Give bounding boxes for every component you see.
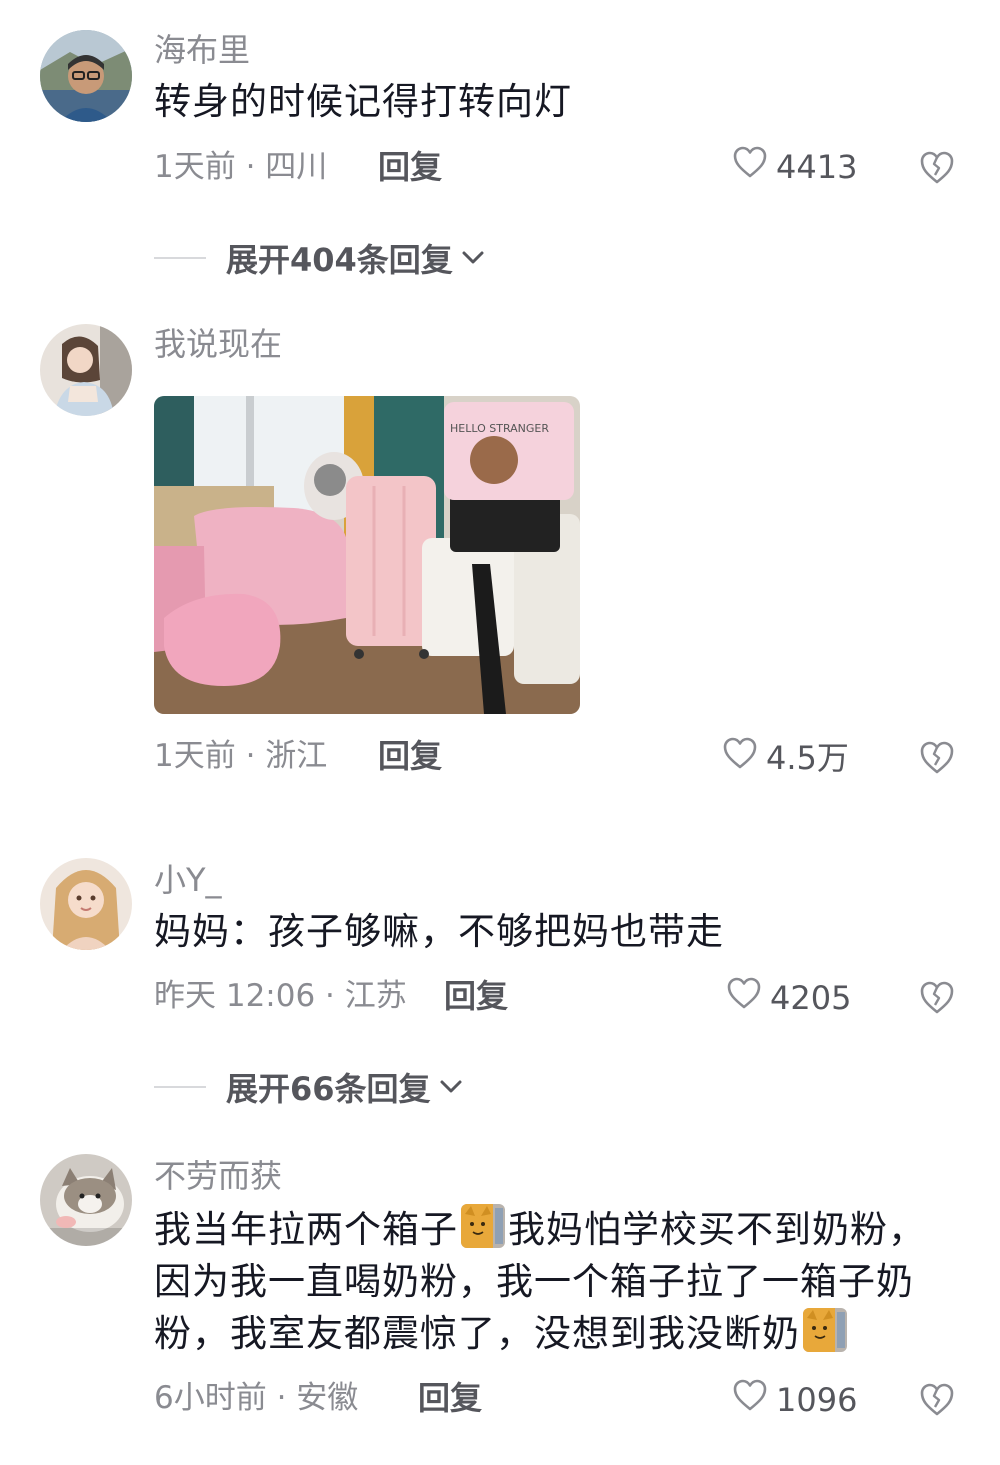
username[interactable]: 我说现在 xyxy=(154,324,282,364)
like-count: 4205 xyxy=(770,979,852,1017)
username[interactable]: 不劳而获 xyxy=(154,1156,282,1196)
dislike-button[interactable] xyxy=(918,738,956,776)
dislike-button[interactable] xyxy=(918,148,956,186)
like-count: 4413 xyxy=(776,148,858,186)
cat-emoji-icon xyxy=(803,1308,847,1352)
comment-time-location: 1天前 · 浙江 xyxy=(154,738,328,774)
expand-replies-button[interactable]: 展开404条回复 xyxy=(154,236,487,280)
username[interactable]: 小Y_ xyxy=(154,860,222,900)
chevron-down-icon xyxy=(437,1073,465,1101)
comment-image[interactable]: HELLO STRANGER xyxy=(154,396,580,714)
comment-text: 我当年拉两个箱子 我妈怕学校买不到奶粉，因为我一直喝奶粉，我一个箱子拉了一箱子奶粉… xyxy=(154,1204,944,1360)
avatar[interactable] xyxy=(40,858,132,950)
heart-outline-icon xyxy=(732,1378,768,1423)
broken-heart-icon xyxy=(918,738,956,776)
reply-button[interactable]: 回复 xyxy=(444,974,508,1018)
heart-outline-icon xyxy=(732,145,768,190)
avatar[interactable] xyxy=(40,324,132,416)
divider xyxy=(154,257,206,259)
avatar[interactable] xyxy=(40,1154,132,1246)
reply-button[interactable]: 回复 xyxy=(378,145,442,189)
dislike-button[interactable] xyxy=(918,1380,956,1418)
like-button[interactable]: 4413 xyxy=(732,145,857,189)
like-count: 4.5万 xyxy=(766,739,849,777)
cat-emoji-icon xyxy=(461,1204,505,1248)
divider xyxy=(154,1086,206,1088)
like-button[interactable]: 4205 xyxy=(726,976,851,1020)
expand-label: 展开66条回复 xyxy=(226,1070,431,1108)
comment-text: 转身的时候记得打转向灯 xyxy=(154,80,572,123)
chevron-down-icon xyxy=(459,244,487,272)
like-button[interactable]: 4.5万 xyxy=(722,736,849,780)
photo-sticker-text: HELLO STRANGER xyxy=(450,422,549,435)
broken-heart-icon xyxy=(918,148,956,186)
reply-button[interactable]: 回复 xyxy=(378,734,442,778)
broken-heart-icon xyxy=(918,1380,956,1418)
avatar[interactable] xyxy=(40,30,132,122)
like-button[interactable]: 1096 xyxy=(732,1378,857,1422)
dislike-button[interactable] xyxy=(918,978,956,1016)
comment-text: 妈妈：孩子够嘛，不够把妈也带走 xyxy=(154,910,724,953)
comment-time-location: 6小时前 · 安徽 xyxy=(154,1380,359,1416)
expand-label: 展开404条回复 xyxy=(226,241,453,279)
heart-outline-icon xyxy=(722,736,758,781)
like-count: 1096 xyxy=(776,1381,858,1419)
comment-time-location: 昨天 12:06 · 江苏 xyxy=(154,978,407,1014)
broken-heart-icon xyxy=(918,978,956,1016)
heart-outline-icon xyxy=(726,976,762,1021)
expand-replies-button[interactable]: 展开66条回复 xyxy=(154,1065,465,1109)
comment-text-part: 我当年拉两个箱子 xyxy=(154,1208,458,1251)
username[interactable]: 海布里 xyxy=(154,30,250,70)
comment-time-location: 1天前 · 四川 xyxy=(154,149,328,185)
reply-button[interactable]: 回复 xyxy=(418,1376,482,1420)
